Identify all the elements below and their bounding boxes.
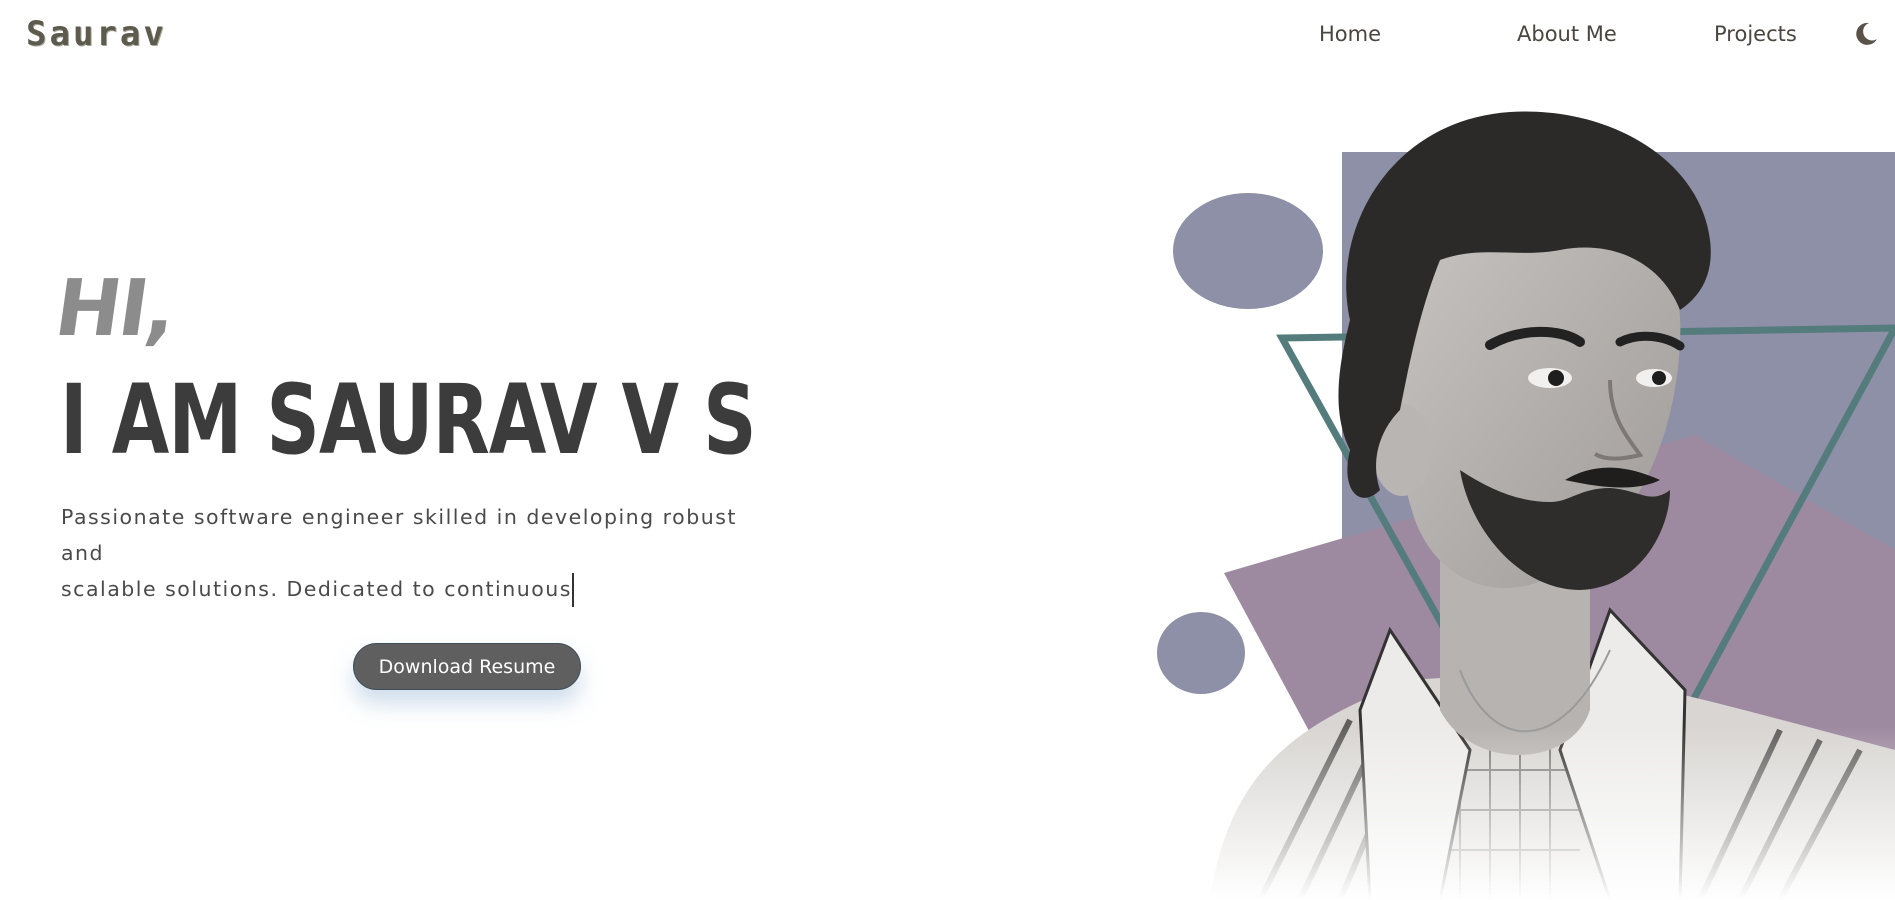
nav-home[interactable]: Home [1319,22,1381,46]
subtitle-line-2: scalable solutions. Dedicated to continu… [61,577,572,601]
typing-caret [571,573,574,607]
moon-icon[interactable] [1852,20,1880,48]
hero-headline: I AM SAURAV V S [60,364,757,476]
hero-artwork [1140,110,1895,900]
nav-about-me[interactable]: About Me [1517,22,1617,46]
greeting-text: HI, [49,264,181,354]
page: Saurav Home About Me Projects HI, I AM S… [0,0,1895,900]
site-logo[interactable]: Saurav [26,14,167,54]
nav-projects[interactable]: Projects [1714,22,1797,46]
download-resume-button[interactable]: Download Resume [353,643,581,690]
hero-subtitle: Passionate software engineer skilled in … [61,499,781,607]
subtitle-line-1: Passionate software engineer skilled in … [61,505,737,565]
